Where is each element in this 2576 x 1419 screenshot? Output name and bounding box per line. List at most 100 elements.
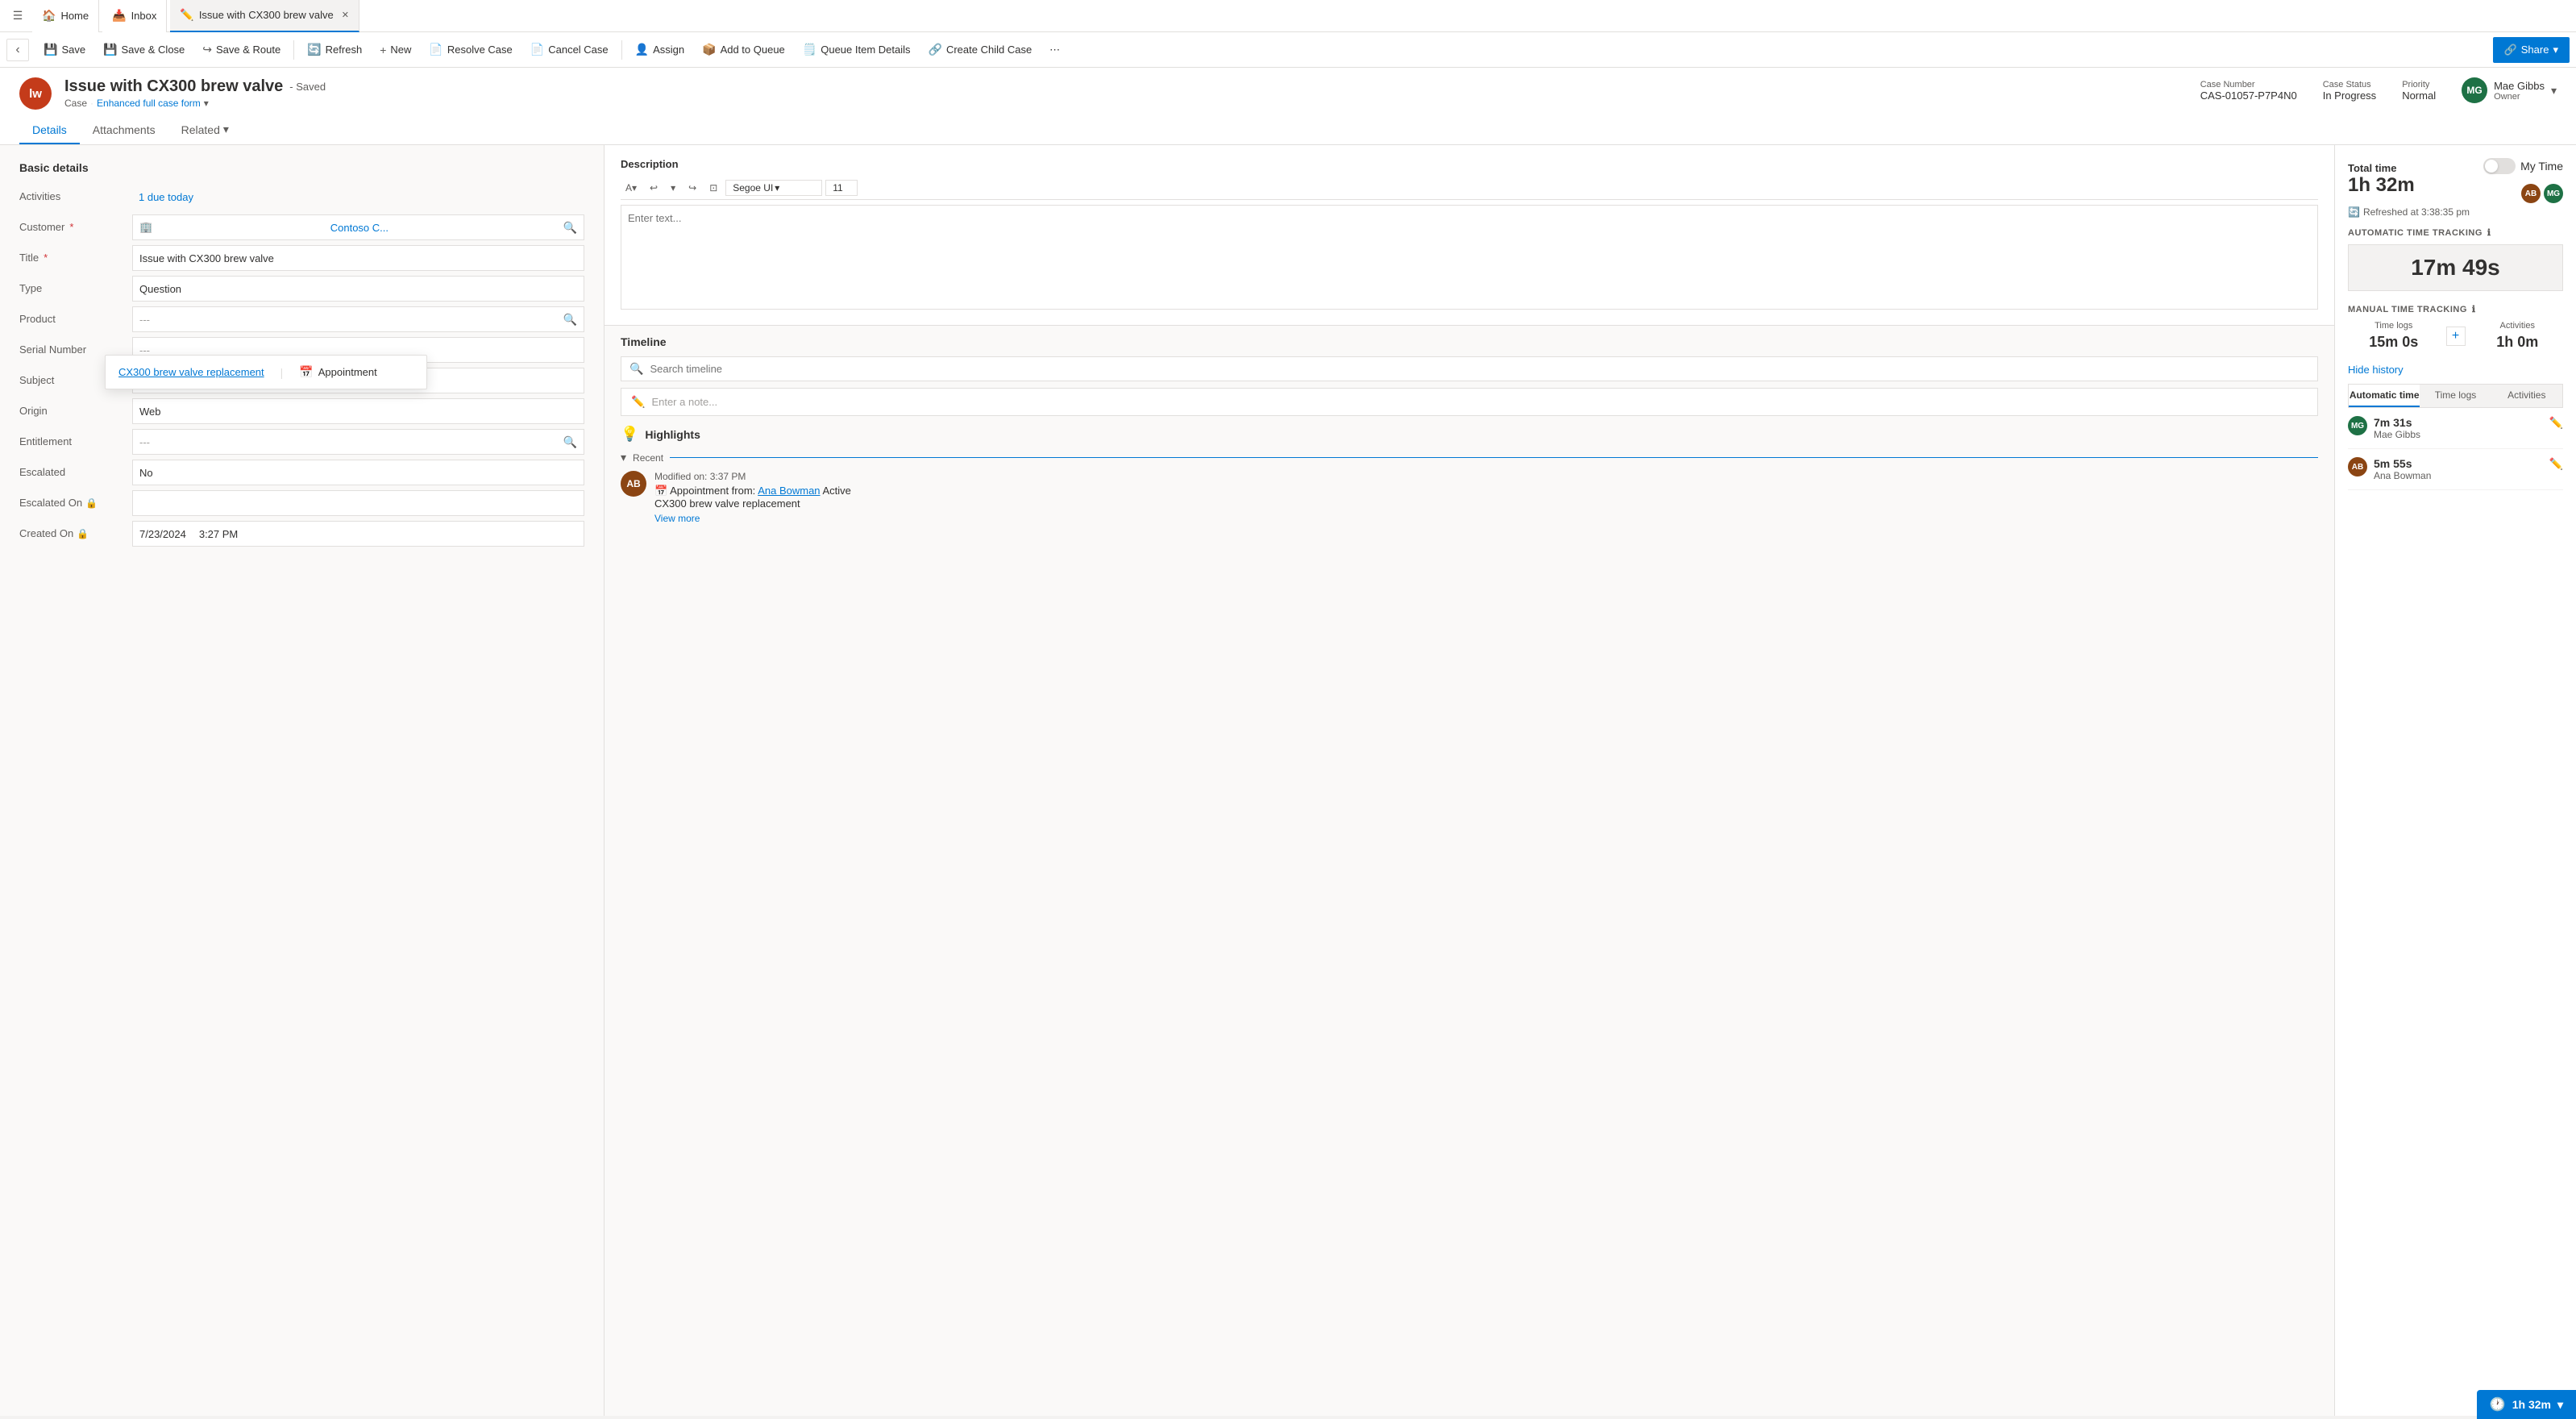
history-tab-activities[interactable]: Activities [2491, 385, 2562, 407]
product-value[interactable]: --- 🔍 [132, 306, 584, 332]
command-bar: ‹ 💾 Save 💾 Save & Close ↪ Save & Route 🔄… [0, 32, 2576, 68]
refresh-button[interactable]: 🔄 Refresh [299, 37, 370, 63]
new-button[interactable]: + New [372, 37, 419, 63]
save-route-button[interactable]: ↪ Save & Route [194, 37, 289, 63]
activities-col: Activities 1h 0m [2472, 321, 2564, 351]
entitlement-value[interactable]: --- 🔍 [132, 429, 584, 455]
escalated-on-value[interactable] [132, 490, 584, 516]
popup-link[interactable]: CX300 brew valve replacement [118, 366, 264, 378]
form-row-customer: Customer 🏢 Contoso C... 🔍 [19, 214, 584, 243]
redo-button[interactable]: ↪ [683, 181, 701, 195]
customer-search-icon[interactable]: 🔍 [563, 221, 577, 235]
activity-popup: CX300 brew valve replacement | 📅 Appoint… [105, 355, 427, 389]
title-value[interactable]: Issue with CX300 brew valve [132, 245, 584, 271]
recent-chevron-icon[interactable]: ▾ [621, 451, 626, 464]
create-child-case-button[interactable]: 🔗 Create Child Case [920, 37, 1041, 63]
bottom-timer-value: 1h 32m [2512, 1398, 2551, 1411]
add-time-log-button[interactable]: + [2446, 327, 2466, 346]
save-button[interactable]: 💾 Save [35, 37, 93, 63]
history-tab-time-logs[interactable]: Time logs [2420, 385, 2491, 407]
form-row-activities: Activities 1 due today [19, 184, 584, 213]
tab-inbox[interactable]: 📥 Inbox [102, 0, 167, 32]
case-status-label: Case Status [2323, 80, 2376, 89]
escalated-value[interactable]: No [132, 460, 584, 485]
manual-columns: Time logs 15m 0s + Activities 1h 0m [2348, 321, 2563, 351]
timeline-link[interactable]: Ana Bowman [758, 485, 820, 497]
assign-icon: 👤 [635, 43, 649, 56]
created-lock-icon: 🔒 [77, 528, 89, 539]
form-row-origin: Origin Web [19, 398, 584, 427]
created-on-label: Created On 🔒 [19, 521, 132, 546]
product-label: Product [19, 306, 132, 331]
hamburger-menu[interactable]: ☰ [6, 5, 29, 27]
activities-col-value: 1h 0m [2472, 334, 2564, 351]
origin-value[interactable]: Web [132, 398, 584, 424]
timeline-item-content: Modified on: 3:37 PM 📅 Appointment from:… [654, 471, 2318, 524]
description-section: Description A▾ ↩ ▾ ↪ ⊡ Segoe UI ▾ 11 [605, 145, 2334, 326]
add-to-queue-button[interactable]: 📦 Add to Queue [694, 37, 793, 63]
manual-tracking-title: MANUAL TIME TRACKING ℹ [2348, 304, 2563, 314]
title-label: Title [19, 245, 132, 270]
owner-chevron-icon[interactable]: ▾ [2551, 84, 2557, 98]
back-button[interactable]: ‹ [6, 39, 29, 61]
popup-appointment[interactable]: 📅 Appointment [299, 365, 376, 379]
tab-case[interactable]: ✏️ Issue with CX300 brew valve ✕ [170, 0, 359, 32]
timeline-avatar: AB [621, 471, 646, 497]
assign-button[interactable]: 👤 Assign [627, 37, 692, 63]
type-value[interactable]: Question [132, 276, 584, 302]
description-textarea[interactable] [621, 205, 2318, 310]
cancel-case-button[interactable]: 📄 Cancel Case [522, 37, 617, 63]
font-selector[interactable]: Segoe UI ▾ [725, 180, 822, 196]
product-search-icon[interactable]: 🔍 [563, 313, 577, 327]
form-row-type: Type Question [19, 276, 584, 305]
bottom-timer-bar[interactable]: 🕐 1h 32m ▾ [2477, 1390, 2576, 1419]
tab-related[interactable]: Related ▾ [168, 116, 242, 144]
hide-history-link[interactable]: Hide history [2348, 364, 2563, 376]
view-more-link[interactable]: View more [654, 513, 2318, 524]
tab-case-close[interactable]: ✕ [342, 10, 349, 20]
tab-inbox-label: Inbox [131, 10, 157, 22]
my-time-toggle-row: My Time [2483, 158, 2563, 174]
share-chevron-icon: ▾ [2553, 44, 2558, 56]
save-route-icon: ↪ [202, 43, 212, 56]
share-button[interactable]: 🔗 Share ▾ [2493, 37, 2570, 63]
font-size-selector[interactable]: 11 [825, 180, 858, 196]
history-edit-1[interactable]: ✏️ [2549, 457, 2563, 471]
entitlement-search-icon[interactable]: 🔍 [563, 435, 577, 449]
undo-chevron-button[interactable]: ▾ [666, 181, 680, 195]
tab-details[interactable]: Details [19, 116, 80, 144]
edit-icon: ✏️ [180, 8, 193, 22]
resolve-case-button[interactable]: 📄 Resolve Case [421, 37, 520, 63]
owner-avatar: MG [2462, 77, 2487, 103]
activities-link[interactable]: 1 due today [139, 191, 193, 203]
history-tab-automatic[interactable]: Automatic time [2349, 385, 2420, 407]
my-time-toggle[interactable] [2483, 158, 2516, 174]
history-edit-0[interactable]: ✏️ [2549, 416, 2563, 430]
timeline-title: Timeline [621, 335, 2318, 348]
home-icon: 🏠 [42, 9, 56, 23]
formatting-button[interactable]: ⊡ [704, 181, 722, 195]
timeline-search-input[interactable] [650, 363, 2309, 375]
overflow-button[interactable]: ⋯ [1041, 37, 1068, 63]
customer-value[interactable]: 🏢 Contoso C... 🔍 [132, 214, 584, 240]
type-label: Type [19, 276, 132, 301]
undo-button[interactable]: ↩ [645, 181, 663, 195]
tab-home[interactable]: 🏠 Home [32, 0, 99, 32]
highlights-icon: 💡 [621, 426, 638, 443]
case-title-area: Issue with CX300 brew valve - Saved Case… [64, 77, 2188, 109]
clock-icon: 🕐 [2490, 1396, 2506, 1413]
form-row-product: Product --- 🔍 [19, 306, 584, 335]
breadcrumb-form[interactable]: Enhanced full case form [97, 98, 201, 109]
save-close-icon: 💾 [103, 43, 117, 56]
font-style-button[interactable]: A▾ [621, 181, 642, 195]
note-placeholder[interactable]: Enter a note... [651, 396, 717, 408]
highlights-row: 💡 Highlights [621, 426, 2318, 443]
queue-item-details-button[interactable]: 🗒️ Queue Item Details [795, 37, 919, 63]
save-close-button[interactable]: 💾 Save & Close [95, 37, 193, 63]
customer-label: Customer [19, 214, 132, 239]
history-avatar-ab: AB [2348, 457, 2367, 476]
history-time-1: 5m 55s [2374, 457, 2543, 470]
history-time-0: 7m 31s [2374, 416, 2543, 429]
child-case-icon: 🔗 [929, 43, 942, 56]
tab-attachments[interactable]: Attachments [80, 116, 168, 144]
